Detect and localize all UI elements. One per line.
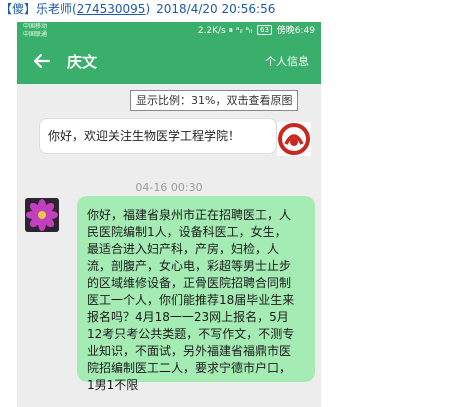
message-bubble-received[interactable]: 你好，欢迎关注生物医学工程学院！ — [39, 118, 277, 154]
carrier-2: 中国联通 — [23, 31, 48, 38]
message-bubble-sent[interactable]: 你好，福建省泉州市正在招聘医工，人 民医院编制1人，设备科医工，女生， 最适合进… — [77, 196, 315, 392]
sender-name: 乐老师 — [36, 2, 73, 16]
zoom-ratio-tooltip[interactable]: 显示比例：31%，双击查看原图 — [130, 90, 299, 111]
message-timestamp: 2018/4/20 20:56:56 — [156, 2, 276, 16]
message-time-2: 04-16 00:30 — [135, 181, 203, 194]
message-line: 医工一个人，你们能推荐18届毕业生来 — [87, 293, 295, 307]
message-text-long: 你好，福建省泉州市正在招聘医工，人 民医院编制1人，设备科医工，女生， 最适合进… — [87, 207, 309, 394]
sender-tag: 【傻】 — [0, 2, 37, 16]
network-speed: 2.2K/s — [197, 26, 226, 36]
status-bar: 中国移动 中国联通 2.2K/s ⏸ ᵃᵢₗ ᵃᵢₗ 63 傍晚6:49 — [17, 22, 321, 40]
profile-info-button[interactable]: 个人信息 — [265, 53, 309, 71]
status-right: 2.2K/s ⏸ ᵃᵢₗ ᵃᵢₗ 63 傍晚6:49 — [198, 24, 315, 38]
message-line: 12考只考公共类题，不写作文，不测专 — [87, 327, 295, 341]
message-line: 院招编制医工二人，要求宁德市户口， — [87, 361, 292, 375]
qq-chat-header: 【傻】乐老师(274530095) 2018/4/20 20:56:56 — [0, 2, 276, 16]
message-line: 最适合进入妇产科，产房，妇检，人 — [87, 242, 280, 256]
arrow-left-icon[interactable] — [31, 50, 53, 72]
carrier-1: 中国移动 — [23, 23, 48, 30]
message-line: 的区域维修设备，正骨医院招聘合同制 — [87, 276, 292, 290]
chat-title: 庆文 — [67, 53, 98, 71]
message-line: 业知识，不面试，另外福建省福鼎市医 — [87, 344, 292, 358]
message-line: 你好，福建省泉州市正在招聘医工，人 — [87, 208, 292, 222]
message-line: 民医院编制1人，设备科医工，女生， — [87, 225, 287, 239]
purple-flower-avatar[interactable] — [25, 198, 59, 232]
message-text: 你好，欢迎关注生物医学工程学院！ — [48, 129, 241, 143]
battery-icon: 63 — [256, 25, 272, 35]
message-line: 1男1不限 — [87, 378, 139, 392]
signal-icon: ⏸ ᵃᵢₗ ᵃᵢₗ — [228, 26, 253, 36]
phone-screenshot: 中国移动 中国联通 2.2K/s ⏸ ᵃᵢₗ ᵃᵢₗ 63 傍晚6:49 庆文 … — [17, 22, 321, 407]
red-emblem-avatar[interactable] — [277, 122, 311, 156]
message-line: 流，剖腹产，女心电，彩超等男士止步 — [87, 259, 292, 273]
status-time: 傍晚6:49 — [276, 26, 315, 36]
app-bar: 庆文 个人信息 — [17, 40, 321, 84]
carrier-labels: 中国移动 中国联通 — [23, 23, 47, 39]
message-line: 报名吗？4月18一一23网上报名，5月 — [87, 310, 289, 324]
sender-qq-link[interactable]: 274530095 — [77, 2, 146, 16]
